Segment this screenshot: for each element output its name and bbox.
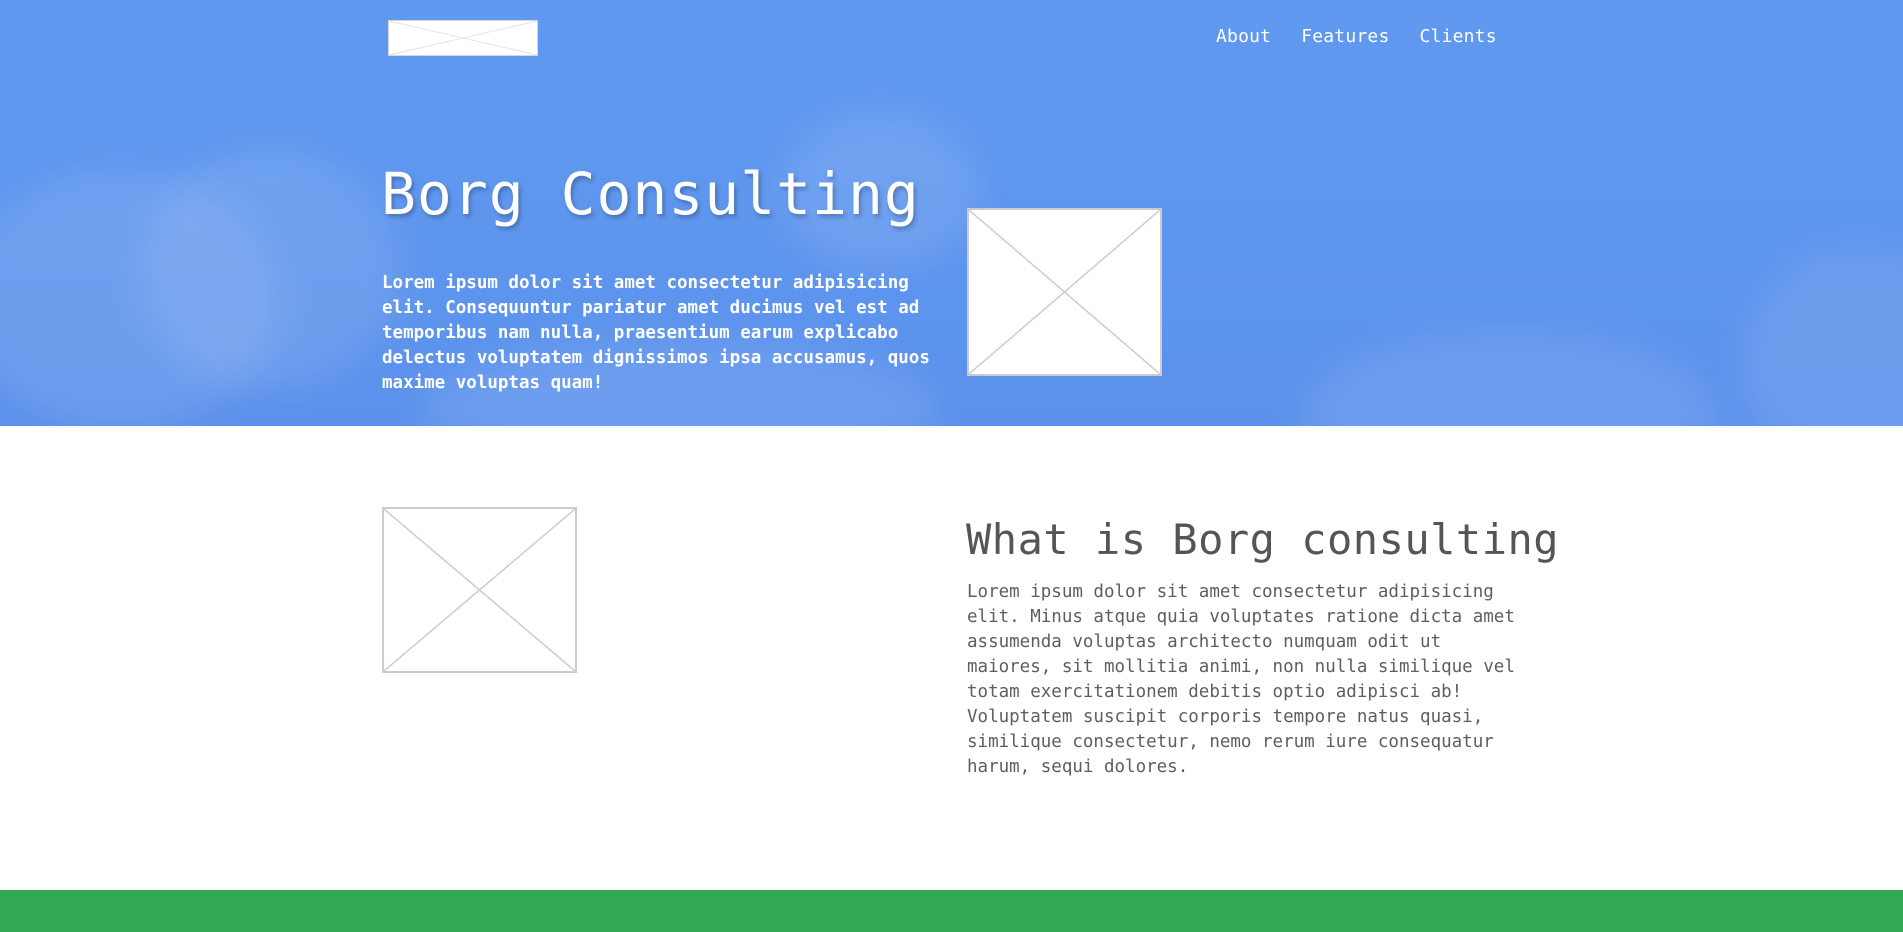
main-nav: About Features Clients bbox=[1216, 26, 1497, 47]
nav-link-features[interactable]: Features bbox=[1301, 26, 1389, 47]
about-image bbox=[382, 507, 577, 673]
site-logo[interactable] bbox=[388, 20, 538, 56]
footer-band bbox=[0, 890, 1903, 932]
image-placeholder-icon bbox=[389, 21, 537, 55]
hero-background-cloud bbox=[1740, 250, 1903, 426]
image-placeholder-icon bbox=[969, 210, 1160, 374]
nav-link-clients[interactable]: Clients bbox=[1419, 26, 1496, 47]
hero-description: Lorem ipsum dolor sit amet consectetur a… bbox=[382, 273, 930, 393]
image-placeholder-icon bbox=[384, 509, 575, 671]
hero-image bbox=[967, 208, 1162, 376]
hero-background-cloud bbox=[1300, 330, 1720, 426]
about-heading: What is Borg consulting bbox=[966, 515, 1560, 564]
hero-title: Borg Consulting bbox=[381, 160, 920, 228]
hero-section: About Features Clients Borg Consulting L… bbox=[0, 0, 1903, 426]
about-description: Lorem ipsum dolor sit amet consectetur a… bbox=[967, 582, 1515, 777]
nav-link-about[interactable]: About bbox=[1216, 26, 1271, 47]
hero-background-cloud bbox=[140, 150, 400, 390]
